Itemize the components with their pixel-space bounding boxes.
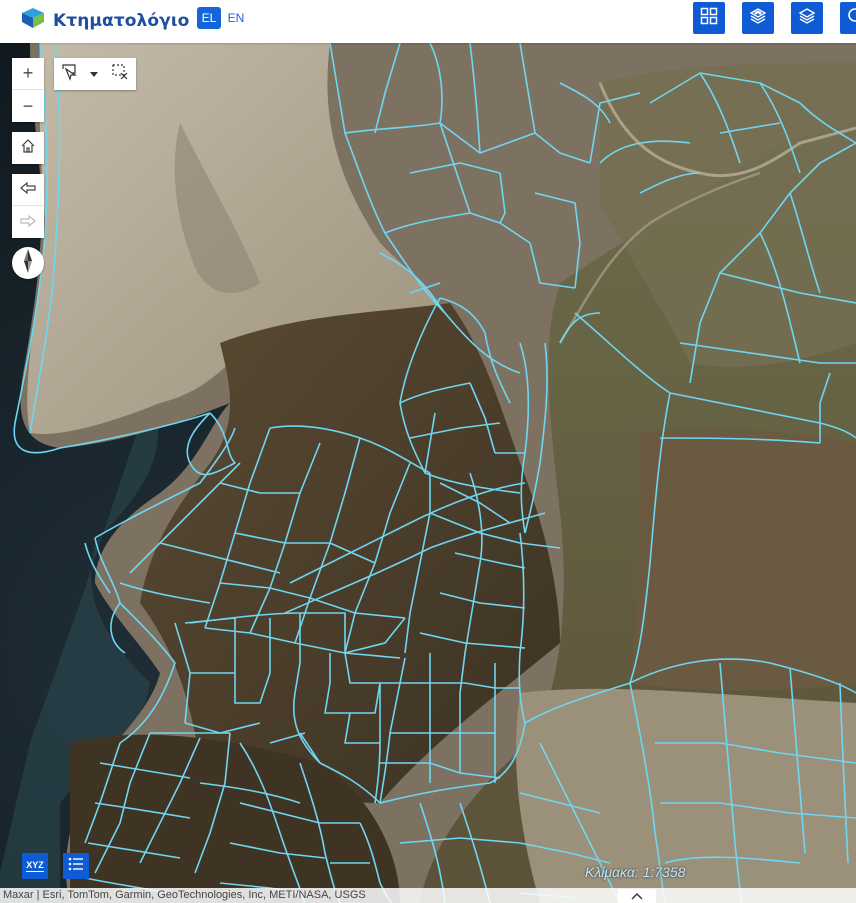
chevron-up-icon	[631, 887, 643, 903]
scale-label: Κλίμακα: 1:7358	[585, 864, 686, 880]
select-pointer-icon	[60, 63, 78, 86]
map-attribution: Maxar | Esri, TomTom, Garmin, GeoTechnol…	[0, 888, 856, 903]
attribution-toggle-button[interactable]	[618, 889, 656, 903]
zoom-out-button[interactable]: −	[12, 90, 44, 122]
home-control	[12, 132, 44, 164]
list-icon	[68, 857, 84, 876]
legend-button[interactable]	[63, 853, 89, 879]
compass-button[interactable]	[12, 247, 44, 279]
layers-stack-icon	[749, 7, 767, 30]
layers-icon	[798, 7, 816, 30]
home-icon	[20, 138, 36, 159]
language-en-button[interactable]: EN	[225, 7, 247, 29]
app-root: Κτηματολόγιο EL EN + − XYZ Κλίμακα: 1:73…	[0, 0, 856, 903]
xyz-label: XYZ	[26, 859, 44, 872]
home-button[interactable]	[12, 132, 44, 164]
map-view[interactable]	[0, 43, 856, 903]
zoom-in-button[interactable]: +	[12, 58, 44, 90]
clear-selection-icon	[111, 63, 129, 86]
back-button[interactable]	[12, 174, 44, 206]
brand-title: Κτηματολόγιο	[53, 10, 190, 31]
clear-selection-button[interactable]	[104, 58, 136, 90]
arrow-right-icon	[20, 212, 36, 233]
chevron-down-icon	[89, 65, 99, 83]
search-icon	[846, 7, 856, 30]
xyz-coordinates-button[interactable]: XYZ	[22, 853, 48, 879]
ktimatologio-logo-icon	[21, 7, 45, 34]
compass-icon	[21, 248, 35, 279]
grid-icon	[700, 7, 718, 30]
selection-toolbar	[54, 58, 136, 90]
language-el-button[interactable]: EL	[197, 7, 221, 29]
grid-button[interactable]	[693, 2, 725, 34]
layers-stack-button[interactable]	[742, 2, 774, 34]
forward-button[interactable]	[12, 206, 44, 238]
layers-button[interactable]	[791, 2, 823, 34]
select-button[interactable]	[54, 58, 84, 90]
select-dropdown-button[interactable]	[84, 58, 104, 90]
search-button[interactable]	[840, 2, 856, 34]
top-bar: Κτηματολόγιο EL EN	[0, 0, 856, 43]
history-controls	[12, 174, 44, 238]
arrow-left-icon	[20, 179, 36, 200]
zoom-controls: + −	[12, 58, 44, 122]
brand[interactable]: Κτηματολόγιο	[21, 7, 189, 34]
